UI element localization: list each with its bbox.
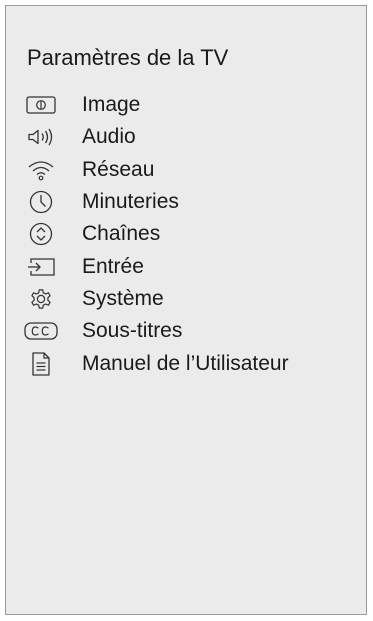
menu-item-chaines[interactable]: Chaînes [6, 218, 366, 250]
picture-icon [24, 92, 58, 118]
menu-item-sous-titres[interactable]: Sous-titres [6, 315, 366, 347]
menu-item-label: Sous-titres [82, 319, 183, 343]
channel-up-down-icon [24, 221, 58, 247]
clock-icon [24, 189, 58, 215]
menu-item-label: Manuel de l’Utilisateur [82, 351, 289, 375]
menu-item-label: Réseau [82, 157, 155, 181]
menu-item-label: Image [82, 93, 141, 117]
input-icon [24, 254, 58, 280]
page-title: Paramètres de la TV [27, 45, 229, 70]
menu-item-systeme[interactable]: Système [6, 283, 366, 315]
menu-item-reseau[interactable]: Réseau [6, 154, 366, 186]
menu-item-minuteries[interactable]: Minuteries [6, 186, 366, 218]
menu-item-manuel[interactable]: Manuel de l’Utilisateur [6, 347, 366, 379]
tv-settings-panel: Paramètres de la TV Image Audio Réseau M… [5, 5, 367, 615]
menu-item-label: Audio [82, 125, 136, 149]
menu-item-label: Entrée [82, 254, 144, 278]
cc-icon [24, 318, 58, 344]
menu-item-label: Système [82, 286, 164, 310]
gear-icon [24, 286, 58, 312]
menu-item-image[interactable]: Image [6, 89, 366, 121]
menu-item-audio[interactable]: Audio [6, 121, 366, 153]
menu-item-entree[interactable]: Entrée [6, 250, 366, 282]
document-icon [24, 351, 58, 377]
wifi-icon [24, 157, 58, 183]
settings-menu: Image Audio Réseau Minuteries Chaînes En… [6, 89, 366, 380]
speaker-icon [24, 124, 58, 150]
menu-item-label: Chaînes [82, 222, 161, 246]
menu-item-label: Minuteries [82, 190, 179, 214]
